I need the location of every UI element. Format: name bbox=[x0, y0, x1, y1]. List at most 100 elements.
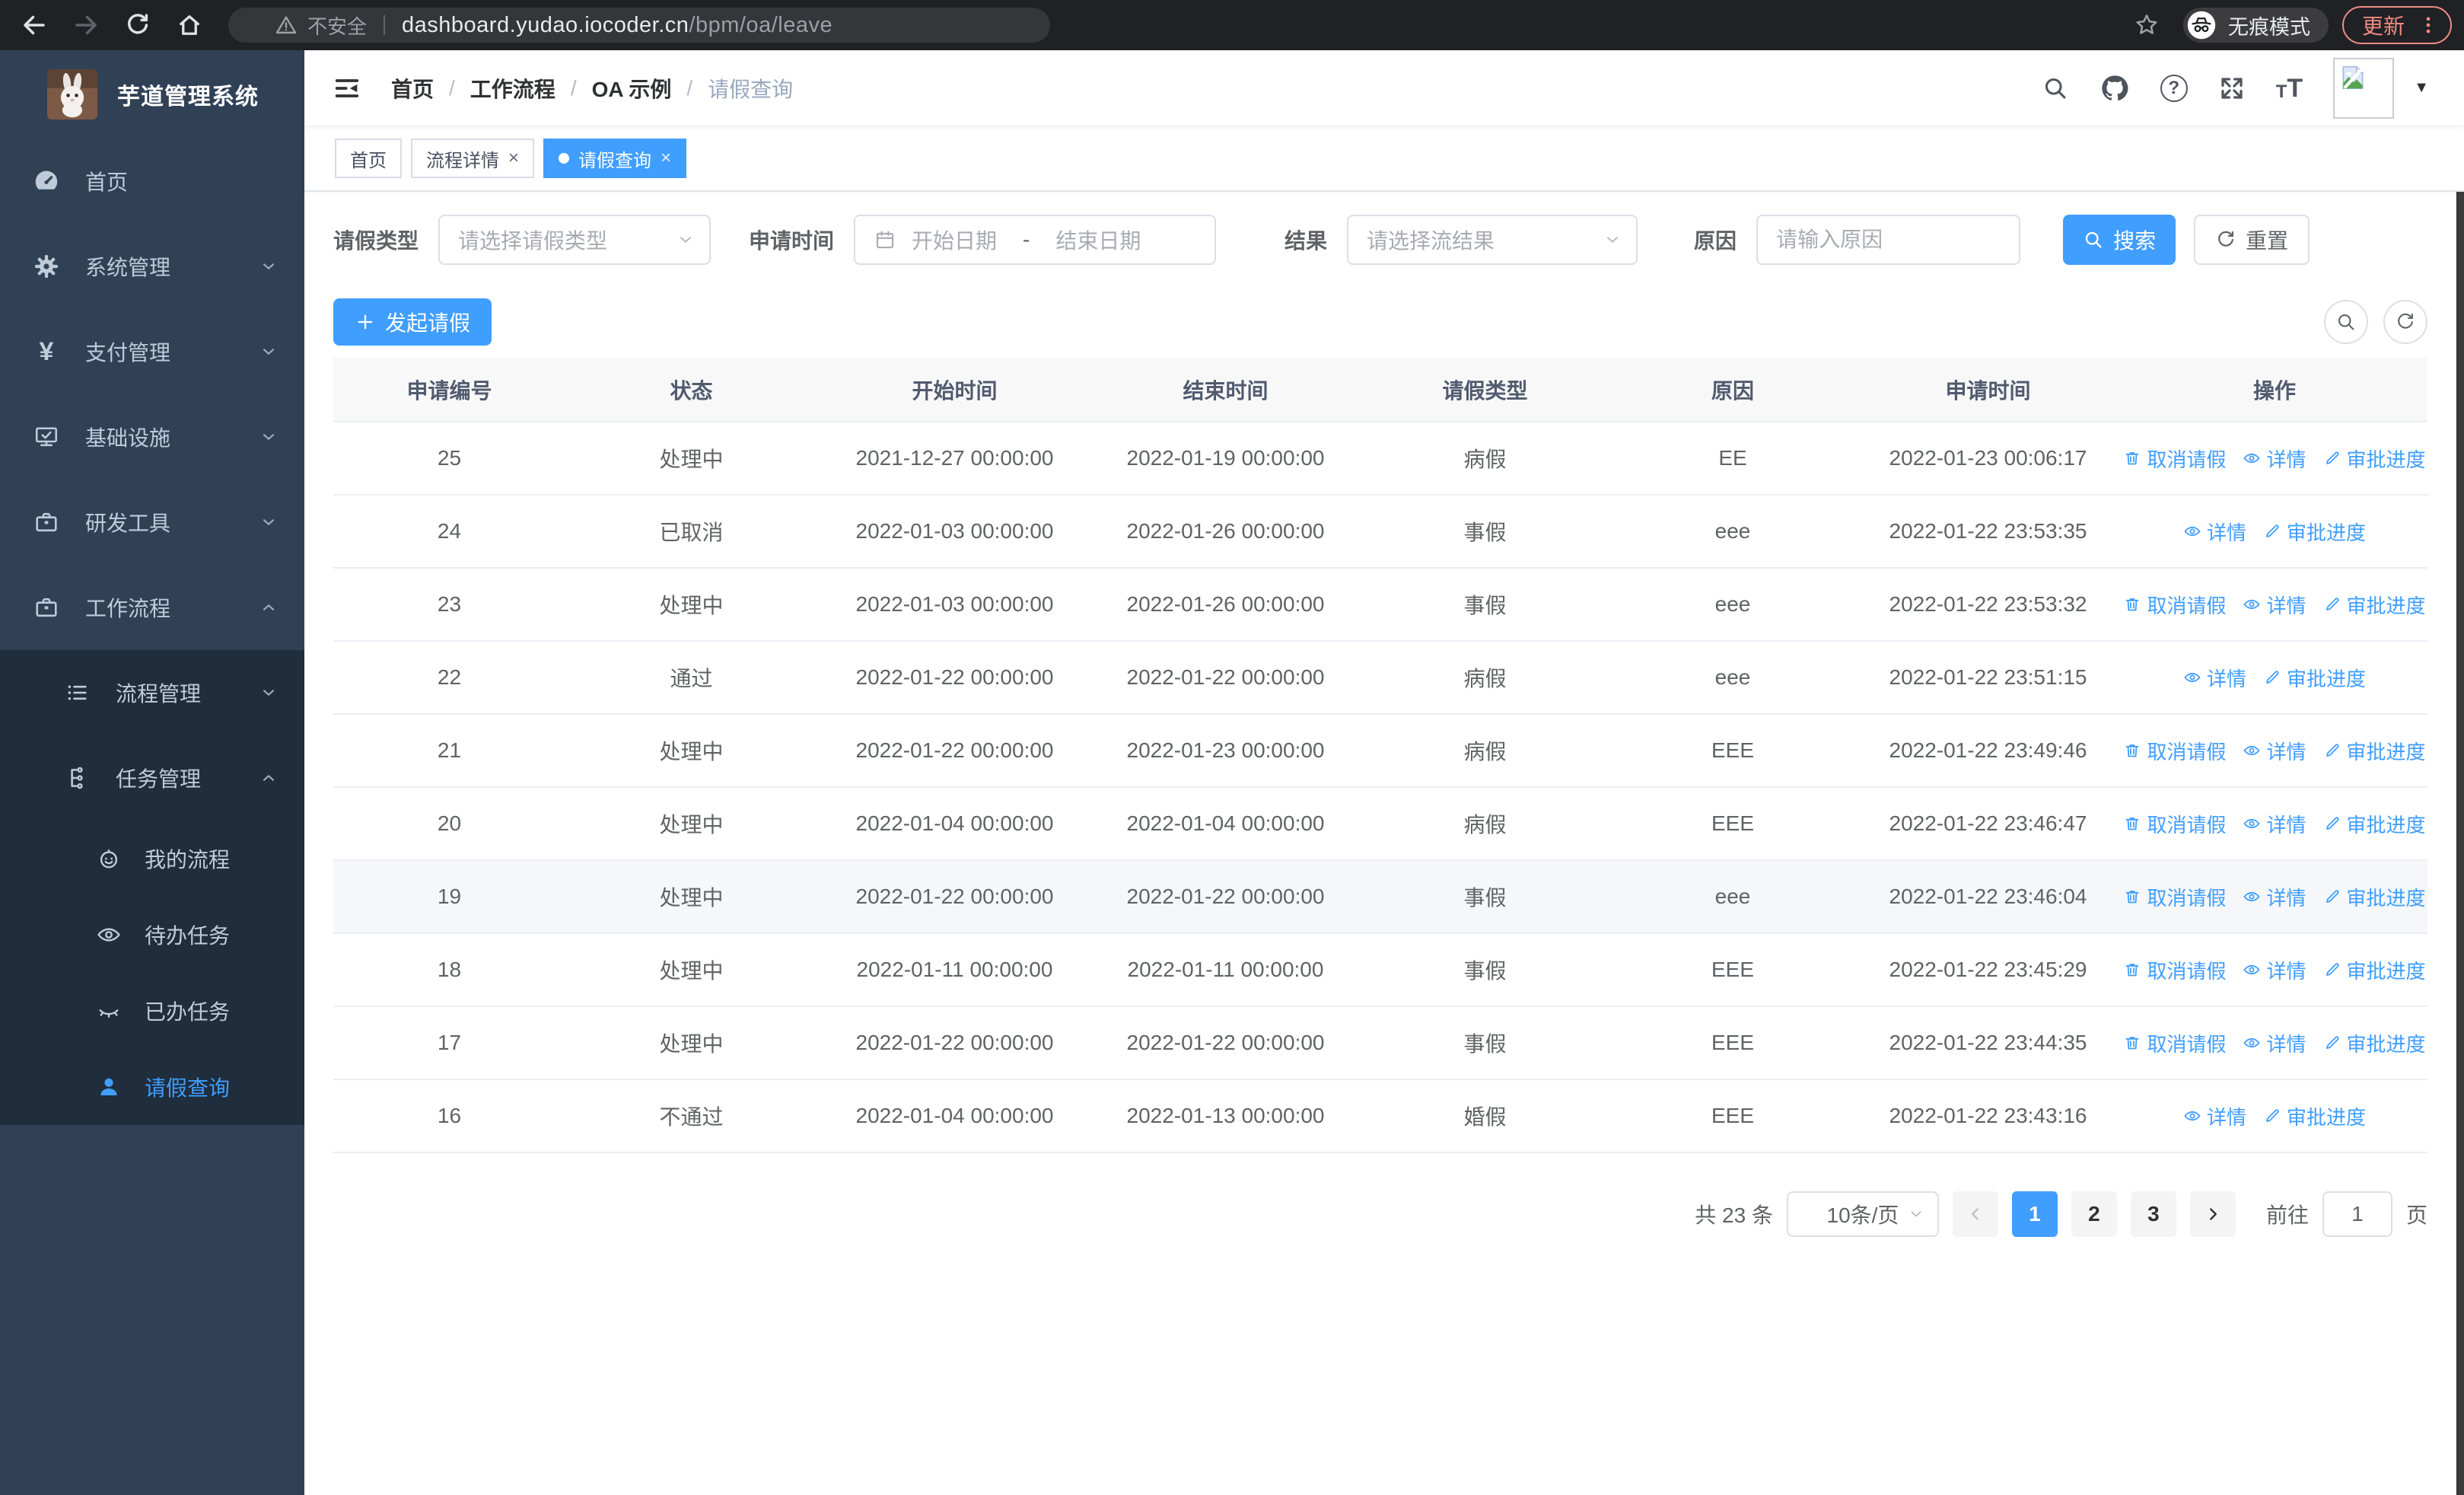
monitor-icon bbox=[30, 423, 62, 451]
tab-process-detail[interactable]: 流程详情 × bbox=[411, 139, 535, 178]
next-page-button[interactable] bbox=[2189, 1191, 2236, 1237]
detail-link[interactable]: 详情 bbox=[2243, 591, 2306, 619]
browser-bar: 不安全 dashboard.yudao.iocoder.cn/bpm/oa/le… bbox=[0, 0, 2464, 50]
tab-home[interactable]: 首页 bbox=[335, 139, 402, 178]
cancel-leave-link[interactable]: 取消请假 bbox=[2123, 445, 2226, 473]
table-row: 18 处理中 2022-01-11 00:00:00 2022-01-11 00:0… bbox=[333, 933, 2427, 1007]
close-icon[interactable]: × bbox=[508, 149, 519, 167]
reason-input[interactable] bbox=[1776, 228, 2001, 252]
bookmark-star-icon[interactable] bbox=[2133, 11, 2160, 39]
breadcrumb-workflow[interactable]: 工作流程 bbox=[470, 73, 556, 104]
refresh-table-button[interactable] bbox=[2383, 300, 2427, 344]
approval-progress-link[interactable]: 审批进度 bbox=[2323, 883, 2426, 911]
goto-page-input[interactable] bbox=[2322, 1191, 2392, 1237]
apply-time-range-picker[interactable]: 开始日期 - 结束日期 bbox=[854, 215, 1217, 265]
sidebar-item-infrastructure[interactable]: 基础设施 bbox=[0, 394, 304, 480]
chevron-down-icon bbox=[259, 683, 279, 703]
update-button[interactable]: 更新 bbox=[2341, 6, 2452, 44]
detail-link[interactable]: 详情 bbox=[2183, 1102, 2246, 1130]
breadcrumb-current: 请假查询 bbox=[708, 77, 794, 101]
cancel-leave-link[interactable]: 取消请假 bbox=[2123, 737, 2226, 765]
font-size-icon[interactable]: TT bbox=[2276, 75, 2303, 101]
approval-progress-link[interactable]: 审批进度 bbox=[2323, 445, 2426, 473]
help-icon[interactable]: ? bbox=[2160, 74, 2188, 102]
show-search-button[interactable] bbox=[2324, 300, 2368, 344]
cancel-leave-link[interactable]: 取消请假 bbox=[2123, 883, 2226, 911]
cancel-leave-link[interactable]: 取消请假 bbox=[2123, 956, 2226, 984]
app-logo bbox=[47, 69, 97, 120]
create-leave-button[interactable]: 发起请假 bbox=[333, 298, 492, 346]
close-icon[interactable]: × bbox=[661, 149, 671, 167]
fullscreen-icon[interactable] bbox=[2218, 75, 2246, 102]
app-title: 芋道管理系统 bbox=[117, 84, 259, 110]
table-row: 16 不通过 2022-01-04 00:00:00 2022-01-13 00:0… bbox=[333, 1079, 2427, 1153]
sidebar-item-payment[interactable]: ¥ 支付管理 bbox=[0, 309, 304, 394]
reset-button[interactable]: 重置 bbox=[2194, 215, 2310, 265]
sidebar-item-done-tasks[interactable]: 已办任务 bbox=[0, 973, 304, 1049]
chevron-down-icon bbox=[1603, 230, 1622, 250]
sidebar-item-leave-query[interactable]: 请假查询 bbox=[0, 1049, 304, 1125]
approval-progress-link[interactable]: 审批进度 bbox=[2323, 810, 2426, 838]
leave-type-select[interactable]: 请选择请假类型 bbox=[438, 215, 712, 265]
approval-progress-link[interactable]: 审批进度 bbox=[2263, 664, 2366, 692]
detail-link[interactable]: 详情 bbox=[2183, 664, 2246, 692]
breadcrumb-oa[interactable]: OA 示例 bbox=[592, 73, 672, 104]
back-icon[interactable] bbox=[20, 11, 49, 40]
goto-label: 前往 bbox=[2265, 1203, 2309, 1227]
page-button-1[interactable]: 1 bbox=[2011, 1191, 2058, 1237]
refresh-icon bbox=[2215, 229, 2236, 250]
sidebar-item-home[interactable]: 首页 bbox=[0, 139, 304, 224]
detail-link[interactable]: 详情 bbox=[2243, 445, 2306, 473]
github-icon[interactable] bbox=[2099, 73, 2130, 104]
chevron-up-icon bbox=[259, 768, 279, 788]
detail-link[interactable]: 详情 bbox=[2243, 1029, 2306, 1057]
sidebar-item-devtools[interactable]: 研发工具 bbox=[0, 480, 304, 565]
approval-progress-link[interactable]: 审批进度 bbox=[2323, 737, 2426, 765]
detail-link[interactable]: 详情 bbox=[2243, 956, 2306, 984]
sidebar-fold-icon[interactable] bbox=[332, 73, 362, 104]
breadcrumb-home[interactable]: 首页 bbox=[391, 73, 434, 104]
avatar[interactable] bbox=[2333, 57, 2395, 119]
leave-table: 申请编号 状态 开始时间 结束时间 请假类型 原因 申请时间 操作 25处理中 bbox=[333, 358, 2427, 1153]
forward-icon[interactable] bbox=[72, 11, 100, 40]
cancel-leave-link[interactable]: 取消请假 bbox=[2123, 810, 2226, 838]
tab-leave-query[interactable]: 请假查询 × bbox=[543, 139, 687, 178]
page-size-select[interactable]: 10条/页 bbox=[1786, 1191, 1939, 1237]
detail-link[interactable]: 详情 bbox=[2183, 518, 2246, 546]
approval-progress-link[interactable]: 审批进度 bbox=[2263, 1102, 2366, 1130]
home-icon[interactable] bbox=[175, 11, 204, 40]
detail-link[interactable]: 详情 bbox=[2243, 883, 2306, 911]
detail-link[interactable]: 详情 bbox=[2243, 810, 2306, 838]
sidebar-item-workflow[interactable]: 工作流程 bbox=[0, 565, 304, 650]
page-button-3[interactable]: 3 bbox=[2130, 1191, 2176, 1237]
cancel-leave-link[interactable]: 取消请假 bbox=[2123, 591, 2226, 619]
table-row: 21 处理中 2022-01-22 00:00:00 2022-01-23 00:0… bbox=[333, 714, 2427, 788]
prev-page-button[interactable] bbox=[1952, 1191, 1998, 1237]
approval-progress-link[interactable]: 审批进度 bbox=[2323, 956, 2426, 984]
sidebar-item-system[interactable]: 系统管理 bbox=[0, 224, 304, 309]
approval-progress-link[interactable]: 审批进度 bbox=[2323, 1029, 2426, 1057]
browser-scrollbar[interactable] bbox=[2456, 50, 2464, 1495]
content: 请假类型 请选择请假类型 申请时间 开始日期 - 结束日期 结果 请选择流结果 … bbox=[304, 192, 2464, 1495]
sidebar-item-todo-tasks[interactable]: 待办任务 bbox=[0, 897, 304, 973]
table-row: 25 处理中 2021-12-27 00:00:00 2022-01-19 00:0… bbox=[333, 422, 2427, 496]
header-search-icon[interactable] bbox=[2042, 75, 2069, 102]
security-label: 不安全 bbox=[307, 14, 368, 38]
reload-icon[interactable] bbox=[123, 11, 152, 40]
cancel-leave-link[interactable]: 取消请假 bbox=[2123, 1029, 2226, 1057]
approval-progress-link[interactable]: 审批进度 bbox=[2263, 518, 2366, 546]
sidebar-item-my-process[interactable]: 我的流程 bbox=[0, 821, 304, 897]
approval-progress-link[interactable]: 审批进度 bbox=[2323, 591, 2426, 619]
result-select[interactable]: 请选择流结果 bbox=[1347, 215, 1638, 265]
user-icon bbox=[93, 1074, 125, 1100]
page-button-2[interactable]: 2 bbox=[2071, 1191, 2117, 1237]
url-bar[interactable]: 不安全 dashboard.yudao.iocoder.cn/bpm/oa/le… bbox=[228, 8, 1050, 43]
detail-link[interactable]: 详情 bbox=[2243, 737, 2306, 765]
sidebar: 芋道管理系统 首页 系统管理 ¥ 支付管理 基础设施 研发工具 工作流程 流程管… bbox=[0, 50, 304, 1495]
workflow-submenu: 流程管理 任务管理 我的流程 待办任务 已办任务 请假查询 bbox=[0, 650, 304, 1125]
sidebar-item-task-mgmt[interactable]: 任务管理 bbox=[0, 735, 304, 821]
sidebar-item-process-mgmt[interactable]: 流程管理 bbox=[0, 650, 304, 735]
browser-menu-icon[interactable] bbox=[2417, 14, 2440, 37]
avatar-caret-icon[interactable]: ▼ bbox=[2414, 79, 2429, 97]
search-button[interactable]: 搜索 bbox=[2063, 215, 2176, 265]
